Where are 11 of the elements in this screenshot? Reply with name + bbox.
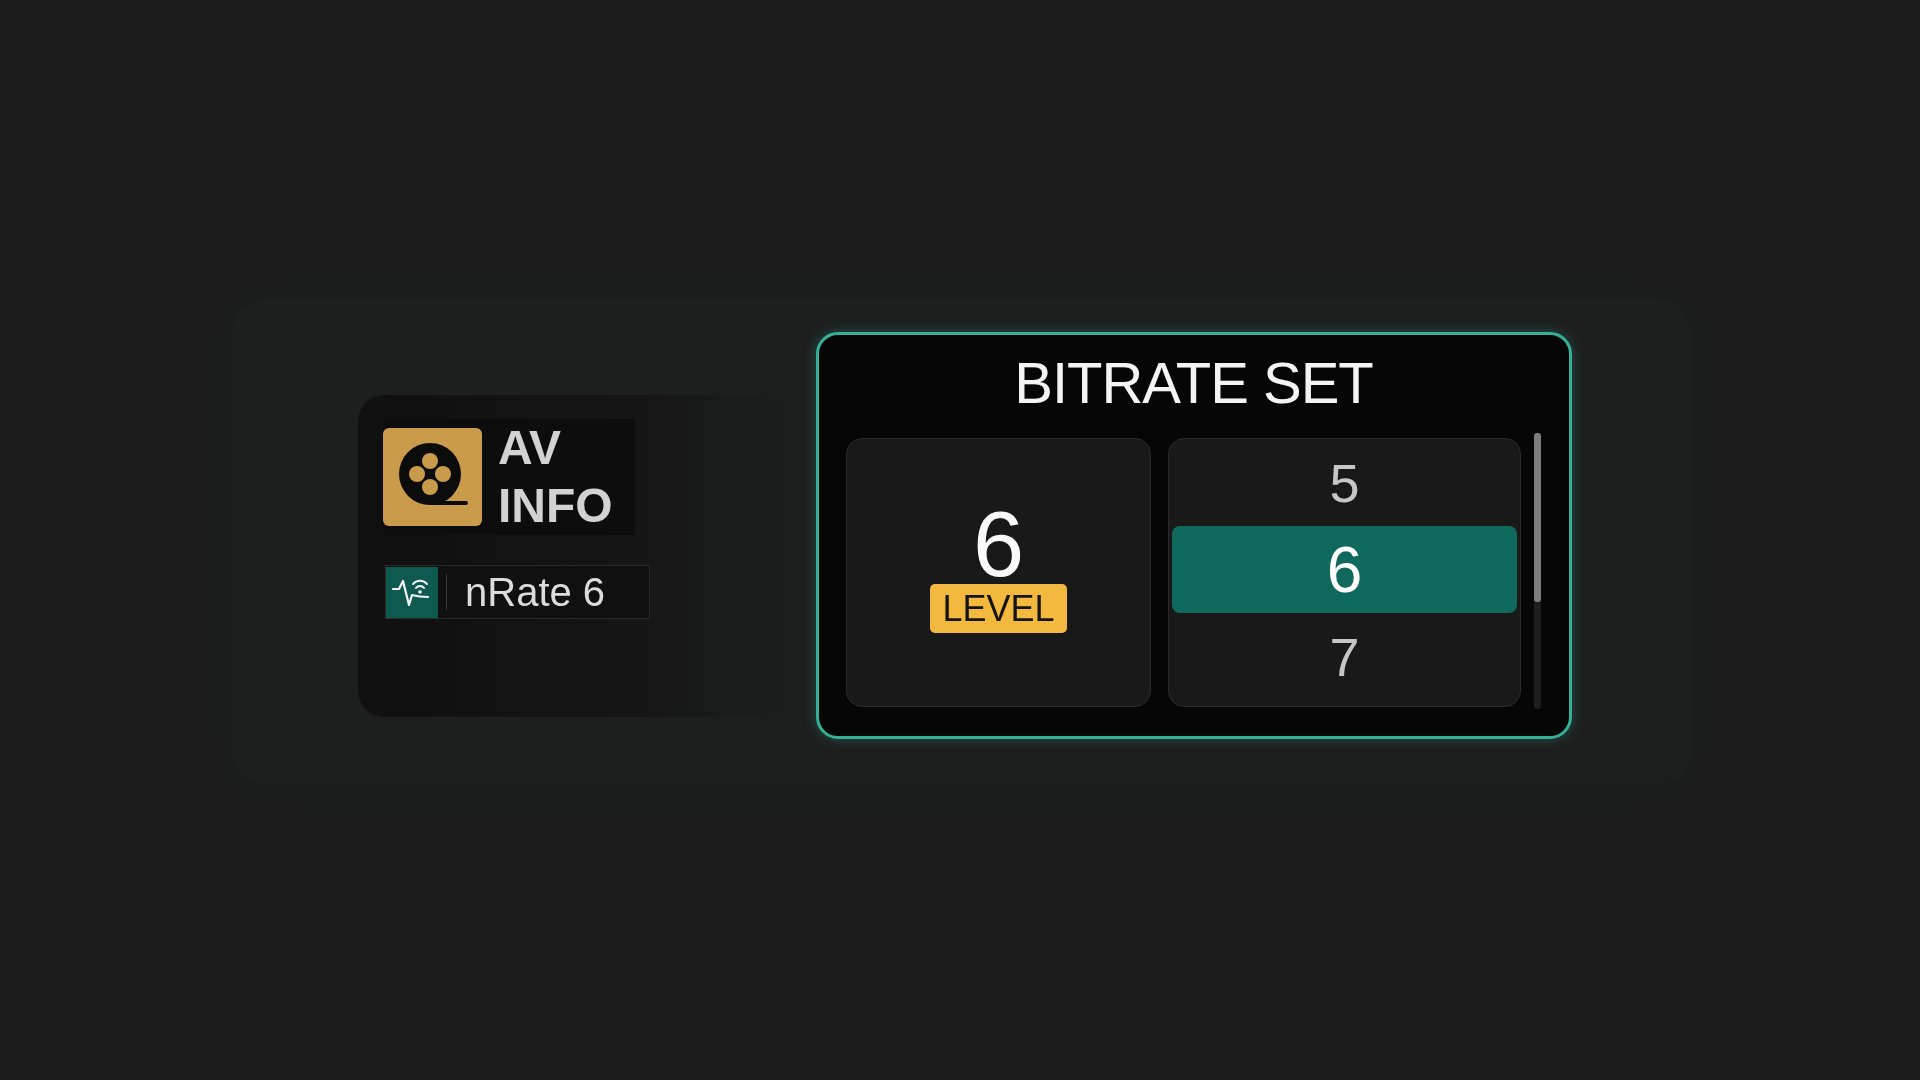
pulse-signal-icon: [386, 566, 438, 618]
option-item[interactable]: 7: [1172, 613, 1517, 700]
option-item[interactable]: 6: [1172, 526, 1517, 613]
dialog-title: BITRATE SET: [1013, 354, 1374, 412]
level-tag: LEVEL: [930, 584, 1067, 633]
scrollbar[interactable]: [1534, 433, 1541, 709]
level-value: 6: [972, 504, 1025, 584]
rate-label: nRate 6: [465, 569, 606, 616]
scrollbar-thumb[interactable]: [1534, 433, 1541, 602]
app-title: AV INFO: [498, 420, 613, 534]
option-item[interactable]: 5: [1172, 439, 1517, 526]
